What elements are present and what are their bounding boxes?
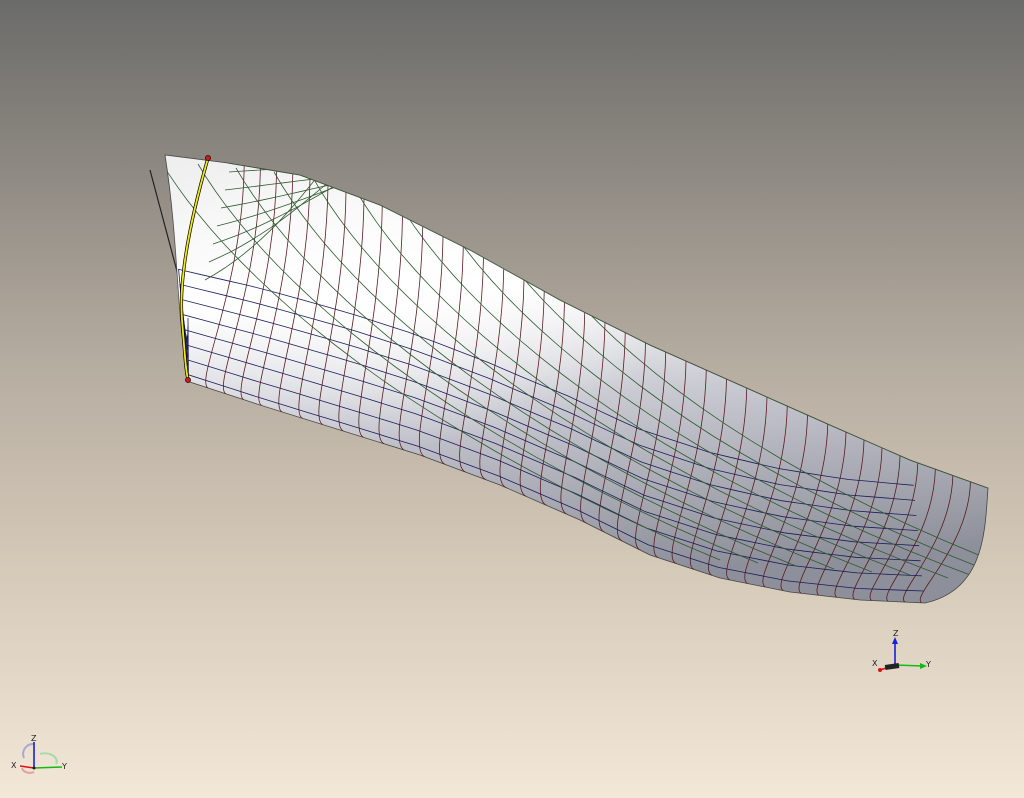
triad-x-label: X [872,659,878,668]
global-triad-z-label: Z [31,734,37,743]
global-triad-y-axis [33,766,63,769]
triad-y-label: Y [925,660,931,669]
global-triad-yz-arc-icon [22,742,35,759]
global-axis-triad[interactable]: Z Y X [11,734,67,774]
global-triad-y-label: Y [61,762,67,771]
triad-origin-block [884,663,900,670]
hull-highlight [165,155,988,603]
global-triad-xy-arc-icon [39,752,58,765]
global-triad-x-label: X [11,761,17,770]
view-orientation-triad[interactable]: Z Y X [872,629,931,672]
triad-z-label: Z [893,629,899,638]
3d-viewport[interactable]: Z Y X Z Y X [0,0,1024,798]
global-triad-xz-arc-icon [21,767,35,774]
global-triad-x-axis [19,765,35,769]
stem-endpoint-top[interactable] [205,155,211,161]
global-triad-origin-icon [32,766,36,770]
stem-endpoint-bottom[interactable] [185,377,191,383]
hull-scene[interactable]: Z Y X Z Y X [0,0,1024,798]
triad-z-arrow-icon [892,637,898,644]
triad-y-axis [894,664,924,667]
triad-x-ball-icon [878,668,882,672]
